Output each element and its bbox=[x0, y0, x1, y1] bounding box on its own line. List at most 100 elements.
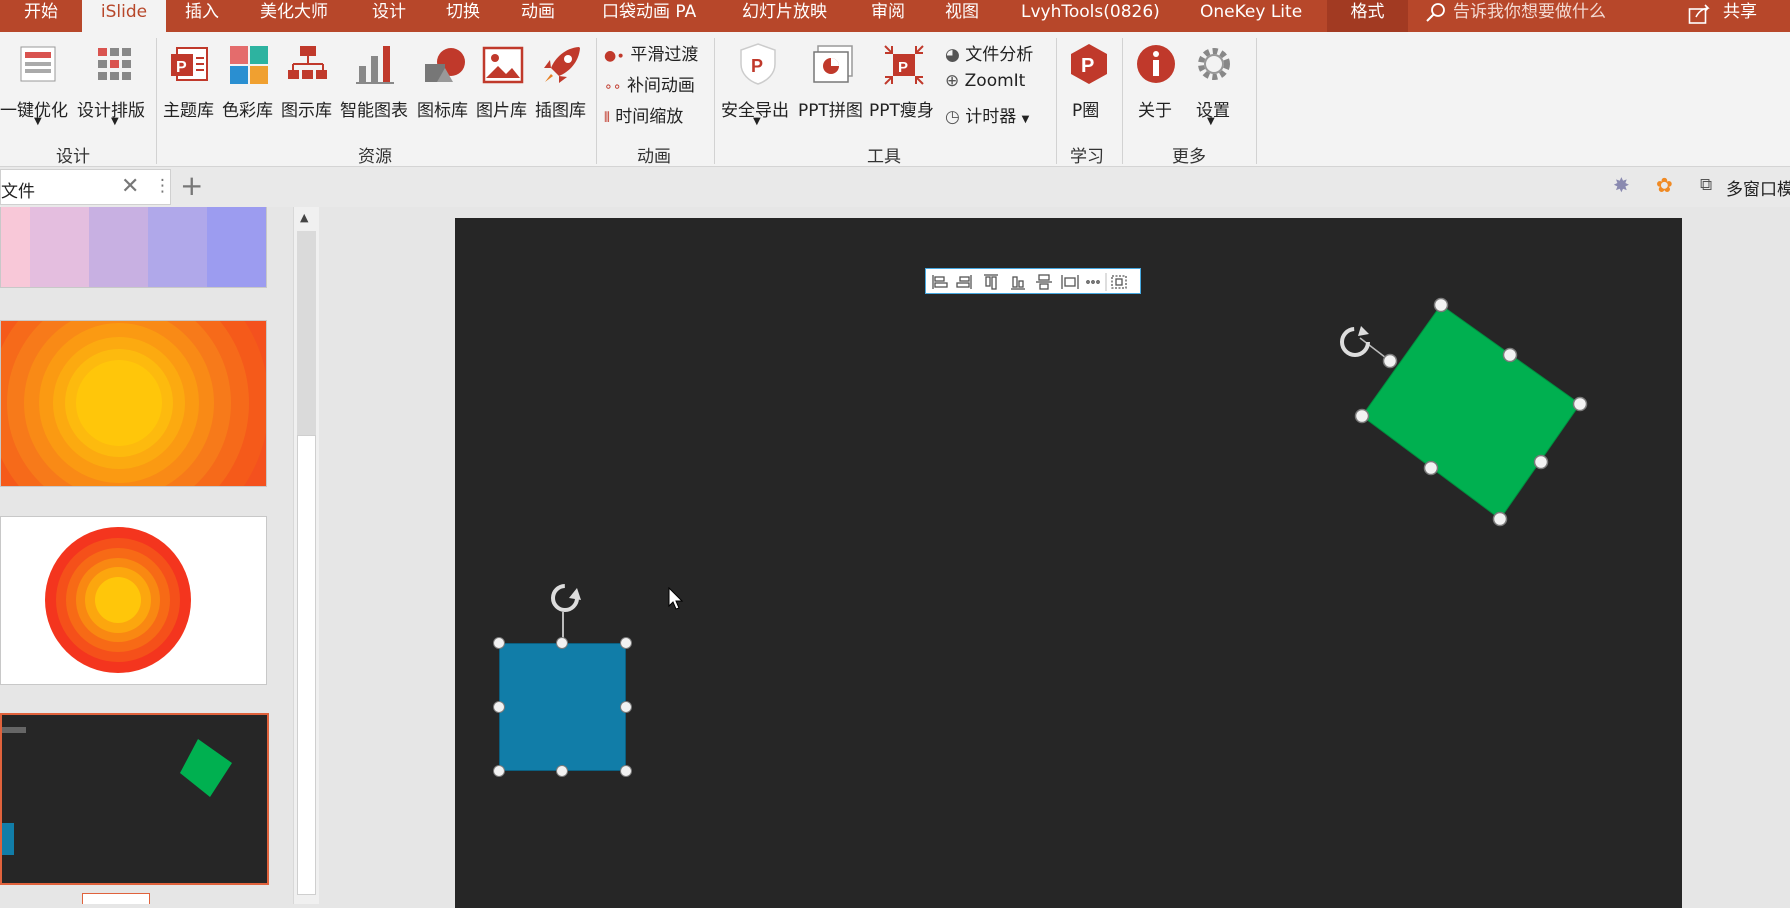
tab-transition[interactable]: 切换 bbox=[446, 0, 480, 32]
zoomit-button[interactable]: ⊕ ZoomIt bbox=[945, 71, 1025, 91]
blue-square[interactable] bbox=[499, 643, 626, 771]
dropdown-arrow-icon: ▼ bbox=[111, 116, 119, 127]
scroll-track[interactable] bbox=[297, 231, 316, 441]
document-tab[interactable]: 文件 ✕ ⋮ bbox=[0, 169, 171, 205]
slide-thumbnail-active[interactable] bbox=[0, 713, 269, 885]
magic-icon[interactable]: ✸ bbox=[1613, 173, 1630, 197]
scroll-up-icon[interactable]: ▲ bbox=[300, 211, 308, 224]
tab-view[interactable]: 视图 bbox=[945, 0, 979, 32]
group-separator bbox=[1256, 38, 1257, 164]
color-library-button[interactable]: 色彩库 bbox=[220, 40, 278, 140]
share-icon[interactable] bbox=[1688, 3, 1712, 29]
optimize-icon bbox=[20, 46, 56, 82]
timer-button[interactable]: ◷ 计时器 ▼ bbox=[945, 102, 1029, 127]
smooth-transition-button[interactable]: ●∙ 平滑过渡 bbox=[604, 40, 698, 65]
rotate-handle-icon bbox=[1340, 326, 1370, 357]
mouse-cursor-icon bbox=[668, 587, 684, 610]
circle-thumbnail bbox=[1, 517, 266, 684]
tab-meihua[interactable]: 美化大师 bbox=[260, 0, 328, 32]
group-separator bbox=[1056, 38, 1057, 164]
illustration-library-button[interactable]: 插图库 bbox=[533, 40, 591, 140]
align-middle-icon bbox=[1036, 274, 1052, 290]
tween-animation-button[interactable]: ∘∘ 补间动画 bbox=[604, 71, 695, 96]
rocket-icon bbox=[544, 47, 580, 83]
p-circle-button[interactable]: P P圈 bbox=[1062, 40, 1116, 140]
shapes-icon bbox=[425, 48, 465, 82]
slide-canvas[interactable] bbox=[455, 218, 1682, 908]
tab-onekey[interactable]: OneKey Lite bbox=[1200, 0, 1302, 32]
bar-chart-icon bbox=[356, 46, 394, 84]
smart-chart-button[interactable]: 智能图表 bbox=[338, 40, 414, 140]
ppt-collage-button[interactable]: PPT拼图 bbox=[798, 40, 868, 140]
tab-label: 口袋动画 PA bbox=[602, 2, 697, 22]
theme-icon: P bbox=[171, 47, 208, 81]
collage-icon bbox=[813, 45, 853, 83]
tab-lvyhtools[interactable]: LvyhTools(0826) bbox=[1021, 0, 1160, 32]
button-label: 文件分析 bbox=[965, 45, 1034, 65]
layout-grid-icon bbox=[98, 48, 131, 80]
slide-number-indicator bbox=[82, 893, 150, 904]
zoom-icon: ⊕ bbox=[945, 71, 960, 91]
settings-button[interactable]: 设置 ▼ bbox=[1186, 40, 1242, 140]
icon-library-button[interactable]: 图标库 bbox=[415, 40, 473, 140]
multi-window-button[interactable]: 多窗口模 bbox=[1726, 175, 1790, 200]
tab-label: 设计 bbox=[372, 2, 406, 22]
one-key-optimize-button[interactable]: 一键优化 ▼ bbox=[0, 40, 76, 140]
design-layout-button[interactable]: 设计排版 ▼ bbox=[77, 40, 152, 140]
more-vertical-icon[interactable]: ⋮ bbox=[154, 176, 171, 196]
align-left-icon bbox=[932, 275, 948, 289]
tab-design[interactable]: 设计 bbox=[372, 0, 406, 32]
button-label: 图示库 bbox=[281, 101, 332, 121]
slide-thumbnail[interactable] bbox=[0, 516, 267, 685]
tab-animation[interactable]: 动画 bbox=[521, 0, 555, 32]
picture-library-button[interactable]: 图片库 bbox=[474, 40, 532, 140]
dropdown-arrow-icon: ▼ bbox=[1207, 116, 1215, 127]
resize-handle[interactable] bbox=[620, 637, 632, 649]
tab-label: OneKey Lite bbox=[1200, 2, 1303, 22]
tab-home[interactable]: 开始 bbox=[24, 0, 84, 32]
share-button[interactable]: 共享 bbox=[1723, 0, 1757, 32]
tab-format[interactable]: 格式 bbox=[1327, 0, 1408, 32]
resize-handle[interactable] bbox=[556, 765, 568, 777]
about-button[interactable]: 关于 bbox=[1128, 40, 1184, 140]
slide-thumbnail[interactable] bbox=[0, 320, 267, 487]
rotate-handle-icon[interactable] bbox=[547, 578, 587, 618]
shield-icon: P bbox=[740, 43, 776, 85]
tab-islide[interactable]: iSlide bbox=[82, 0, 166, 32]
button-label: 图标库 bbox=[417, 101, 468, 121]
green-rotated-square[interactable] bbox=[1305, 278, 1645, 578]
ppt-slim-button[interactable]: P PPT瘦身 bbox=[869, 40, 937, 140]
resize-handle[interactable] bbox=[556, 637, 568, 649]
tab-label: iSlide bbox=[100, 2, 148, 22]
group-label-design: 设计 bbox=[56, 147, 90, 167]
slide-thumbnail[interactable] bbox=[0, 207, 267, 288]
tab-insert[interactable]: 插入 bbox=[185, 0, 219, 32]
add-tab-icon[interactable]: + bbox=[180, 169, 203, 202]
resize-handle[interactable] bbox=[493, 765, 505, 777]
resize-handle[interactable] bbox=[620, 765, 632, 777]
scroll-thumb[interactable] bbox=[297, 435, 316, 895]
thumbnail-scrollbar[interactable]: ▲ bbox=[293, 207, 319, 904]
p-hexagon-icon: P bbox=[1071, 44, 1107, 84]
diagram-library-button[interactable]: 图示库 bbox=[279, 40, 337, 140]
resize-handle[interactable] bbox=[493, 637, 505, 649]
secure-export-button[interactable]: P 安全导出 ▼ bbox=[719, 40, 797, 140]
tab-pocket-animation[interactable]: 口袋动画 PA bbox=[602, 0, 696, 32]
close-icon[interactable]: ✕ bbox=[121, 174, 139, 199]
tab-slideshow[interactable]: 幻灯片放映 bbox=[742, 0, 827, 32]
file-analysis-button[interactable]: ◕ 文件分析 bbox=[945, 40, 1033, 65]
tab-review[interactable]: 审阅 bbox=[871, 0, 905, 32]
time-scale-button[interactable]: ⫴ 时间缩放 bbox=[604, 102, 683, 127]
group-icon bbox=[1111, 275, 1127, 289]
windows-icon: ⧉ bbox=[1700, 175, 1713, 195]
concentric-circles-thumbnail bbox=[1, 321, 266, 486]
resize-handle[interactable] bbox=[493, 701, 505, 713]
theme-library-button[interactable]: P 主题库 bbox=[161, 40, 219, 140]
tell-me-input[interactable]: 告诉我你想要做什么 bbox=[1453, 0, 1606, 32]
button-label: 插图库 bbox=[535, 101, 586, 121]
group-separator bbox=[596, 38, 597, 164]
flower-icon[interactable]: ✿ bbox=[1656, 173, 1673, 197]
svg-text:P: P bbox=[1081, 55, 1094, 77]
resize-handle[interactable] bbox=[620, 701, 632, 713]
search-icon bbox=[1425, 2, 1447, 28]
